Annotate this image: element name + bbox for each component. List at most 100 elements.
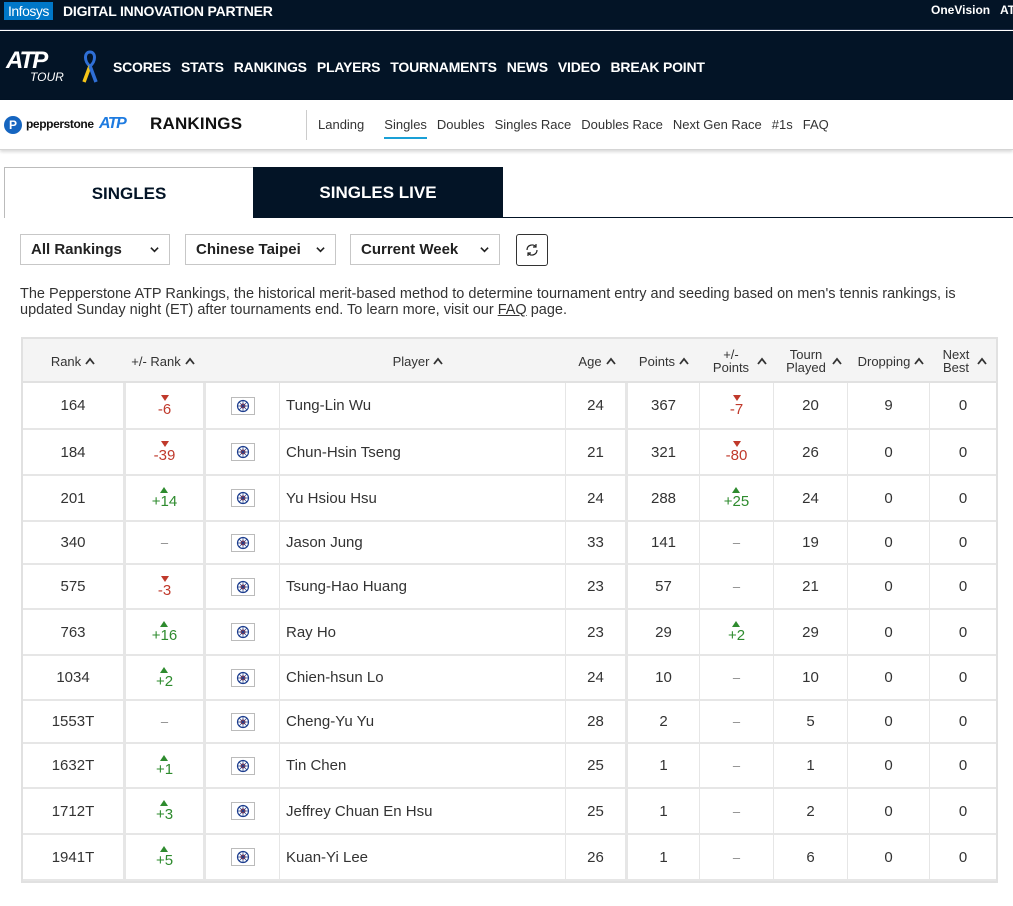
player-name[interactable]: Jason Jung (279, 522, 565, 563)
week-select[interactable]: Current Week (350, 234, 500, 265)
table-row[interactable]: 1034 +2 Chien-hsun Lo 24 10–10 0 0 (23, 656, 996, 701)
table-row[interactable]: 1632T +1 Tin Chen 25 1–1 0 0 (23, 744, 996, 789)
atp-tour-logo[interactable]: ATP TOUR (6, 49, 72, 85)
rank-move-value: +1 (155, 760, 174, 778)
player-name[interactable]: Chien-hsun Lo (279, 656, 565, 699)
rank-move-value: +16 (151, 627, 178, 644)
dropping-cell: 0 (847, 476, 929, 520)
points-move-value: +25 (723, 493, 750, 510)
nav-link-rankings[interactable]: RANKINGS (234, 59, 307, 75)
player-name[interactable]: Chun-Hsin Tseng (279, 430, 565, 474)
rank-move-cell: +14 (123, 476, 203, 520)
rankings-type-select[interactable]: All Rankings (20, 234, 170, 265)
col-played-line2: Played (786, 360, 826, 375)
reset-filters-button[interactable] (516, 234, 548, 266)
tournaments-played-cell: 29 (773, 610, 847, 654)
nav-link-news[interactable]: NEWS (507, 59, 548, 75)
points-cell: 29 (625, 610, 699, 654)
player-name[interactable]: Yu Hsiou Hsu (279, 476, 565, 520)
col-player[interactable]: Player (353, 339, 483, 383)
sort-up-icon (977, 357, 988, 365)
age-cell: 24 (565, 383, 625, 428)
points-cell: 288 (625, 476, 699, 520)
col-rank[interactable]: Rank (23, 339, 123, 383)
chinese-taipei-flag-icon (230, 396, 255, 415)
subnav-doubles[interactable]: Doubles (437, 117, 485, 139)
tab-singles-live[interactable]: SINGLES LIVE (253, 167, 503, 218)
nav-link-stats[interactable]: STATS (181, 59, 224, 75)
table-row[interactable]: 184 -39 Chun-Hsin Tseng 21 321 -80 26 0 0 (23, 430, 996, 476)
table-row[interactable]: 164 -6 Tung-Lin Wu 24 367 -7 20 9 0 (23, 383, 996, 430)
age-cell: 24 (565, 476, 625, 520)
player-name[interactable]: Tung-Lin Wu (279, 383, 565, 428)
tournaments-played-cell: 19 (773, 522, 847, 563)
player-name[interactable]: Kuan-Yi Lee (279, 835, 565, 879)
rank-move-cell: – (123, 701, 203, 742)
rankings-subnav: Landing Singles Doubles Singles Race Doubles… (318, 117, 829, 139)
table-row[interactable]: 201 +14 Yu Hsiou Hsu 24 288 +25 24 0 0 (23, 476, 996, 522)
points-cell: 1 (625, 835, 699, 879)
nav-link-video[interactable]: VIDEO (558, 59, 601, 75)
subnav-singles[interactable]: Singles (384, 117, 427, 139)
dropping-cell: 0 (847, 744, 929, 787)
player-name[interactable]: Cheng-Yu Yu (279, 701, 565, 742)
country-select[interactable]: Chinese Taipei (185, 234, 336, 265)
points-move-cell: -7 (699, 383, 773, 428)
chinese-taipei-flag-icon (230, 489, 255, 507)
main-navigation: ATP TOUR SCORES STATS RANKINGS PLAYERS TOURN… (0, 31, 1013, 100)
table-row[interactable]: 1712T +3 Jeffrey Chuan En Hsu 25 1–2 0 0 (23, 789, 996, 835)
chinese-taipei-flag-icon (230, 756, 255, 775)
age-cell: 26 (565, 835, 625, 879)
onevision-link[interactable]: OneVision (931, 3, 990, 17)
table-row[interactable]: 1941T +5 Kuan-Yi Lee 26 1–6 0 0 (23, 835, 996, 881)
tab-singles[interactable]: SINGLES (4, 167, 254, 218)
points-move: -7 (730, 394, 743, 417)
arrow-up-icon (160, 754, 169, 761)
player-name[interactable]: Jeffrey Chuan En Hsu (279, 789, 565, 833)
subnav-1snumber-ones[interactable]: #1s (772, 117, 793, 139)
subnav-doubles-race[interactable]: Doubles Race (581, 117, 663, 139)
tour-logo-text: TOUR (30, 70, 64, 84)
player-name[interactable]: Tin Chen (279, 744, 565, 787)
points-cell: 1 (625, 744, 699, 787)
flag-cell (203, 430, 279, 474)
player-name[interactable]: Tsung-Hao Huang (279, 565, 565, 608)
chinese-taipei-flag-icon (230, 533, 255, 552)
col-points-move[interactable]: +/- Points (703, 339, 777, 383)
col-rank-move[interactable]: +/- Rank (123, 339, 203, 383)
table-row[interactable]: 763 +16 Ray Ho 23 29 +2 29 0 0 (23, 610, 996, 656)
rank-cell: 1034 (56, 669, 90, 686)
nav-link-tournaments[interactable]: TOURNAMENTS (390, 59, 497, 75)
player-name[interactable]: Ray Ho (279, 610, 565, 654)
rank-move: +2 (156, 666, 173, 689)
col-dropping[interactable]: Dropping (851, 339, 931, 383)
infosys-logo[interactable]: Infosys (4, 2, 53, 20)
subnav-landing[interactable]: Landing (318, 117, 364, 139)
col-age-label: Age (578, 353, 602, 369)
ukraine-ribbon-icon (82, 50, 98, 83)
sort-up-icon (185, 357, 195, 365)
chevron-down-icon (150, 247, 159, 253)
subnav-next-gen-race[interactable]: Next Gen Race (673, 117, 762, 139)
nav-link-scores[interactable]: SCORES (113, 59, 171, 75)
col-age[interactable]: Age (567, 339, 627, 383)
subnav-singles-race[interactable]: Singles Race (495, 117, 572, 139)
col-points[interactable]: Points (629, 339, 699, 383)
sort-up-icon (757, 357, 767, 365)
nav-link-players[interactable]: PLAYERS (317, 59, 381, 75)
rankings-subheader: P pepperstone ATP RANKINGS Landing Single… (0, 100, 1013, 150)
table-row[interactable]: 1553T – Cheng-Yu Yu 28 2–5 0 0 (23, 701, 996, 744)
table-header: Rank +/- Rank Player Age Points +/- Point… (23, 339, 996, 383)
col-played[interactable]: Tourn Played (779, 339, 849, 383)
nav-link-break-point[interactable]: BREAK POINT (611, 59, 705, 75)
faq-link[interactable]: FAQ (498, 302, 527, 318)
col-played-label: Tourn Played (786, 348, 826, 374)
flag-cell (203, 565, 279, 608)
table-row[interactable]: 575 -3 Tsung-Hao Huang 23 57–21 0 0 (23, 565, 996, 610)
subnav-faq[interactable]: FAQ (803, 117, 829, 139)
table-row[interactable]: 340– Jason Jung 33 141–19 0 0 (23, 522, 996, 565)
truncated-link[interactable]: AT (1000, 3, 1013, 17)
next-best-cell: 0 (929, 565, 996, 608)
col-next-best[interactable]: Next Best (935, 339, 995, 383)
rankings-type-value: All Rankings (31, 241, 122, 258)
